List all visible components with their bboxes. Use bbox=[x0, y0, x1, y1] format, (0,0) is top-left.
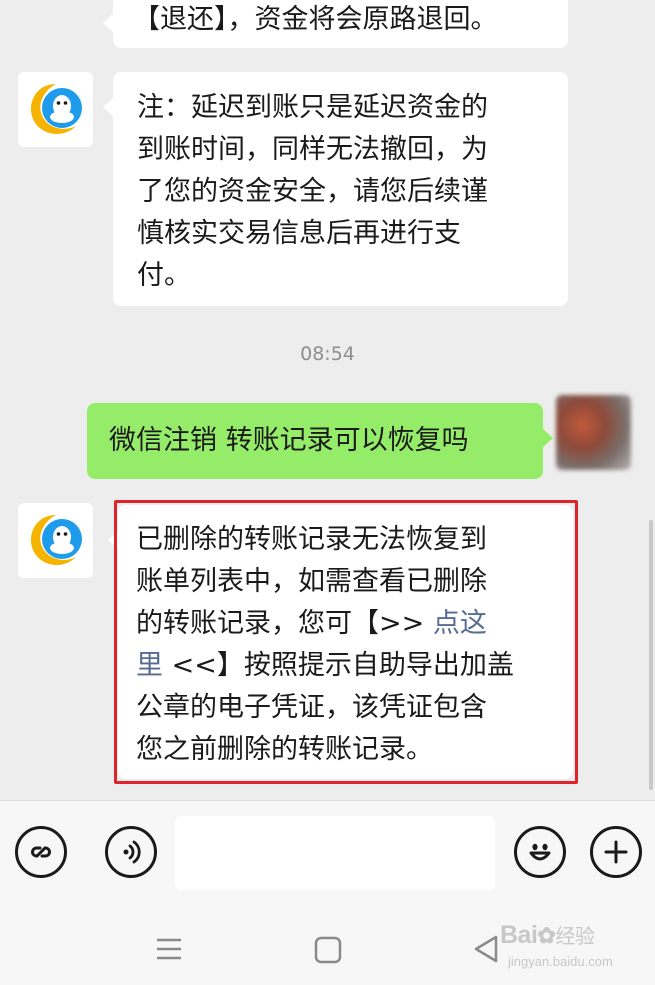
message-line: 付。 bbox=[137, 260, 191, 291]
chat-area[interactable]: 【退还】，资金将会原路退回。 注：延迟到账只是延迟资金的 到账时间，同样无法撤回… bbox=[0, 0, 655, 800]
message-text: <<】按照提示自助导出加盖 bbox=[163, 650, 514, 681]
menu-button[interactable] bbox=[152, 933, 186, 965]
voice-button[interactable] bbox=[105, 826, 157, 878]
avatar[interactable] bbox=[18, 72, 93, 147]
more-button[interactable] bbox=[590, 826, 642, 878]
message-text: 微信注销 转账记录可以恢复吗 bbox=[109, 425, 469, 456]
message-bubble-incoming[interactable]: 注：延迟到账只是延迟资金的 到账时间，同样无法撤回，为 了您的资金安全，请您后续… bbox=[103, 72, 568, 306]
message-text: 的转账记录，您可【>> bbox=[136, 608, 433, 639]
message-line: 您之前删除的转账记录。 bbox=[136, 734, 433, 765]
chat-scrollbar[interactable] bbox=[649, 520, 653, 790]
message-bubble-incoming[interactable]: 已删除的转账记录无法恢复到 账单列表中，如需查看已删除 的转账记录，您可【>> … bbox=[108, 505, 573, 779]
user-avatar[interactable] bbox=[556, 395, 631, 470]
message-line: 了您的资金安全，请您后续谨 bbox=[137, 176, 488, 207]
baidu-jingyan-watermark: Bai✿经验 jingyan.baidu.com bbox=[500, 921, 613, 969]
message-text: 【退还】，资金将会原路退回。 bbox=[133, 4, 498, 35]
message-line: 的转账记录，您可【>> 点这 bbox=[136, 603, 555, 645]
message-line: 里 <<】按照提示自助导出加盖 bbox=[136, 645, 555, 687]
message-input[interactable] bbox=[175, 816, 495, 890]
qq-service-icon bbox=[30, 83, 82, 134]
menu-icon bbox=[157, 938, 181, 960]
avatar[interactable] bbox=[18, 503, 93, 578]
message-line: 账单列表中，如需查看已删除 bbox=[136, 566, 487, 597]
message-bubble-incoming[interactable]: 【退还】，资金将会原路退回。 bbox=[103, 0, 568, 48]
paw-icon: ✿ bbox=[537, 923, 556, 948]
plus-icon bbox=[604, 840, 628, 864]
message-line: 注：延迟到账只是延迟资金的 bbox=[137, 92, 488, 123]
smiley-icon bbox=[529, 843, 551, 861]
message-line: 公章的电子凭证，该凭证包含 bbox=[136, 692, 487, 723]
qq-service-icon bbox=[30, 514, 82, 565]
message-timestamp: 08:54 bbox=[300, 343, 355, 365]
home-button[interactable] bbox=[311, 933, 345, 967]
message-line: 慎核实交易信息后再进行支 bbox=[137, 218, 461, 249]
message-line: 已删除的转账记录无法恢复到 bbox=[136, 524, 487, 555]
message-bubble-outgoing[interactable]: 微信注销 转账记录可以恢复吗 bbox=[87, 403, 553, 479]
mini-program-button[interactable] bbox=[15, 826, 67, 878]
export-link[interactable]: 里 bbox=[136, 650, 163, 681]
export-link[interactable]: 点这 bbox=[433, 608, 487, 639]
home-square-icon bbox=[314, 936, 342, 964]
emoji-button[interactable] bbox=[514, 826, 566, 878]
link-icon bbox=[31, 846, 51, 858]
message-line: 到账时间，同样无法撤回，为 bbox=[137, 134, 488, 165]
input-bar bbox=[0, 800, 655, 905]
voice-icon bbox=[123, 840, 141, 864]
